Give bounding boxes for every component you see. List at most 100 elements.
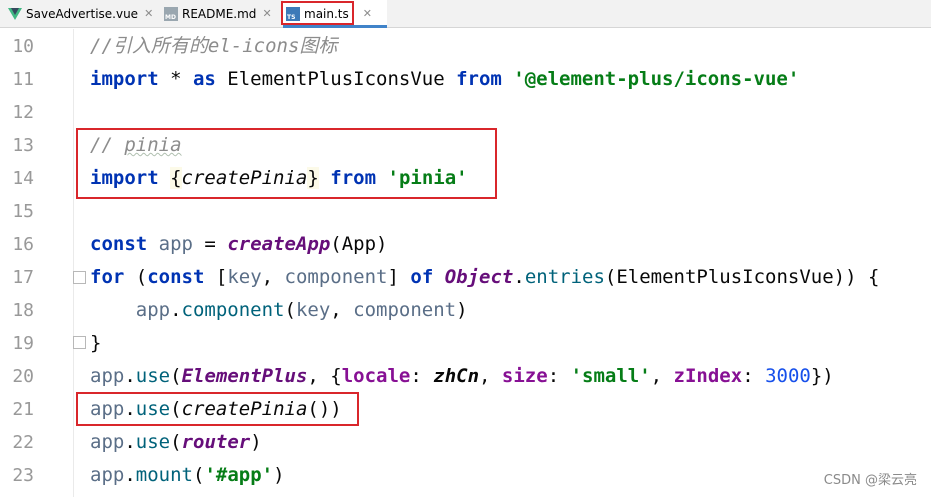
line-number: 21 <box>12 399 34 420</box>
line-number: 16 <box>12 234 34 255</box>
token: ) <box>250 431 262 453</box>
token: : <box>547 365 571 387</box>
tab-label: README.md <box>182 6 257 21</box>
code-line-23: app.mount('#app') <box>90 459 285 492</box>
tab-readme-md[interactable]: MD README.md ✕ <box>164 0 272 27</box>
code-line-11: import * as ElementPlusIconsVue from '@e… <box>90 63 799 96</box>
line-number: 15 <box>12 201 34 222</box>
token: = <box>192 233 228 255</box>
tab-label: SaveAdvertise.vue <box>26 6 139 21</box>
line-number: 23 <box>12 465 34 486</box>
keyword: from <box>456 68 502 90</box>
token: . <box>170 299 182 321</box>
token: * <box>158 68 193 90</box>
method-call: use <box>135 365 171 387</box>
line-number: 13 <box>12 135 34 156</box>
variable: app <box>90 431 125 453</box>
property-key: locale <box>341 365 411 387</box>
argument: router <box>181 431 251 453</box>
code-line-16: const app = createApp(App) <box>90 228 387 261</box>
token: ( <box>170 365 182 387</box>
highlight-box <box>281 1 354 25</box>
markdown-file-icon: MD <box>164 6 178 21</box>
code-line-10: //引入所有的el-icons图标 <box>90 30 337 63</box>
watermark: CSDN @梁云亮 <box>823 473 917 488</box>
keyword: const <box>147 266 205 288</box>
tab-saveadvertise-vue[interactable]: SaveAdvertise.vue ✕ <box>8 0 153 27</box>
token: , <box>650 365 674 387</box>
variable: key <box>295 299 331 321</box>
close-icon[interactable]: ✕ <box>144 7 153 20</box>
keyword: import <box>90 68 159 90</box>
token: ) <box>273 464 285 486</box>
token: , <box>479 365 502 387</box>
token: [ <box>204 266 228 288</box>
token: , <box>261 266 285 288</box>
fold-collapse-icon[interactable] <box>73 271 86 284</box>
token: ) <box>456 299 468 321</box>
string-literal: '@element-plus/icons-vue' <box>513 68 800 90</box>
token: , <box>330 299 354 321</box>
line-number: 22 <box>12 432 34 453</box>
line-number: 17 <box>12 267 34 288</box>
token: ( <box>124 266 148 288</box>
code-line-22: app.use(router) <box>90 426 262 459</box>
keyword: of <box>410 266 434 288</box>
token: ] <box>387 266 411 288</box>
argument: ElementPlus <box>181 365 308 387</box>
variable: app <box>158 233 193 255</box>
vue-file-icon <box>8 7 22 21</box>
highlight-box-pinia-import <box>76 128 497 199</box>
brace: } <box>90 332 102 354</box>
code-line-18: app.component(key, component) <box>90 294 468 327</box>
token: ( <box>170 431 182 453</box>
code-line-17: for (const [key, component] of Object.en… <box>90 261 879 294</box>
identifier: ElementPlusIconsVue <box>215 68 457 90</box>
variable: component <box>353 299 457 321</box>
line-number: 11 <box>12 69 34 90</box>
keyword: for <box>90 266 125 288</box>
close-icon[interactable]: ✕ <box>363 7 372 20</box>
string-literal: 'small' <box>570 365 651 387</box>
token: : <box>410 365 434 387</box>
variable: component <box>284 266 388 288</box>
function-call: createApp <box>227 233 331 255</box>
code-line-19: } <box>90 327 101 360</box>
token: (ElementPlusIconsVue)) { <box>604 266 880 288</box>
fold-end-icon[interactable] <box>73 336 86 349</box>
variable: app <box>90 365 125 387</box>
comment: //引入所有的el-icons图标 <box>90 35 338 57</box>
token: }) <box>810 365 834 387</box>
token: . <box>124 464 136 486</box>
line-number: 10 <box>12 36 34 57</box>
line-number: 20 <box>12 366 34 387</box>
line-number: 12 <box>12 102 34 123</box>
highlight-box-use-pinia <box>76 392 359 426</box>
number-literal: 3000 <box>765 365 811 387</box>
variable: key <box>227 266 262 288</box>
gutter-divider <box>73 29 74 497</box>
token: ( <box>192 464 205 486</box>
variable: app <box>90 464 125 486</box>
string-literal: '#app' <box>204 464 274 486</box>
line-number: 19 <box>12 333 34 354</box>
property-key: size <box>501 365 548 387</box>
method-call: component <box>181 299 285 321</box>
method-call: mount <box>135 464 193 486</box>
method-call: entries <box>524 266 605 288</box>
token: ( <box>284 299 296 321</box>
line-number: 14 <box>12 168 34 189</box>
variable: app <box>135 299 171 321</box>
keyword: const <box>90 233 148 255</box>
close-icon[interactable]: ✕ <box>262 7 271 20</box>
property-value: zhCn <box>433 365 480 387</box>
token: . <box>124 431 136 453</box>
editor-tab-bar: SaveAdvertise.vue ✕ MD README.md ✕ TS ma… <box>0 0 931 28</box>
keyword: as <box>192 68 216 90</box>
token: . <box>124 365 136 387</box>
token: , { <box>307 365 342 387</box>
method-call: use <box>135 431 171 453</box>
